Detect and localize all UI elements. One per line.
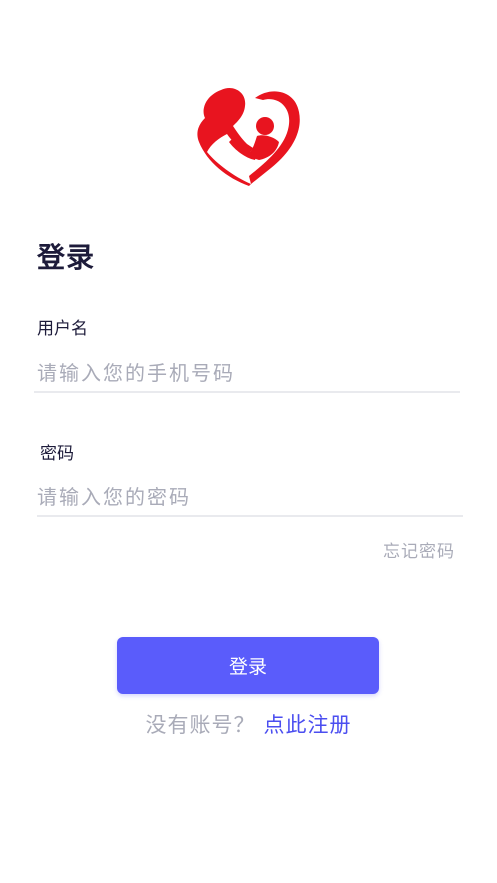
forgot-password-link[interactable]: 忘记密码 [383,537,455,562]
app-logo [193,86,305,188]
password-underline [37,515,463,517]
username-input[interactable] [37,358,457,388]
register-link[interactable]: 点此注册 [264,713,352,737]
register-prompt: 没有账号？ [145,713,256,737]
username-underline [34,391,460,393]
password-input[interactable] [37,482,461,512]
mother-child-heart-icon [197,87,300,186]
password-label: 密码 [40,444,74,464]
register-row: 没有账号？ 点此注册 [0,709,497,739]
page-title: 登录 [37,241,96,274]
login-button[interactable]: 登录 [117,637,379,694]
username-label: 用户名 [37,319,88,339]
